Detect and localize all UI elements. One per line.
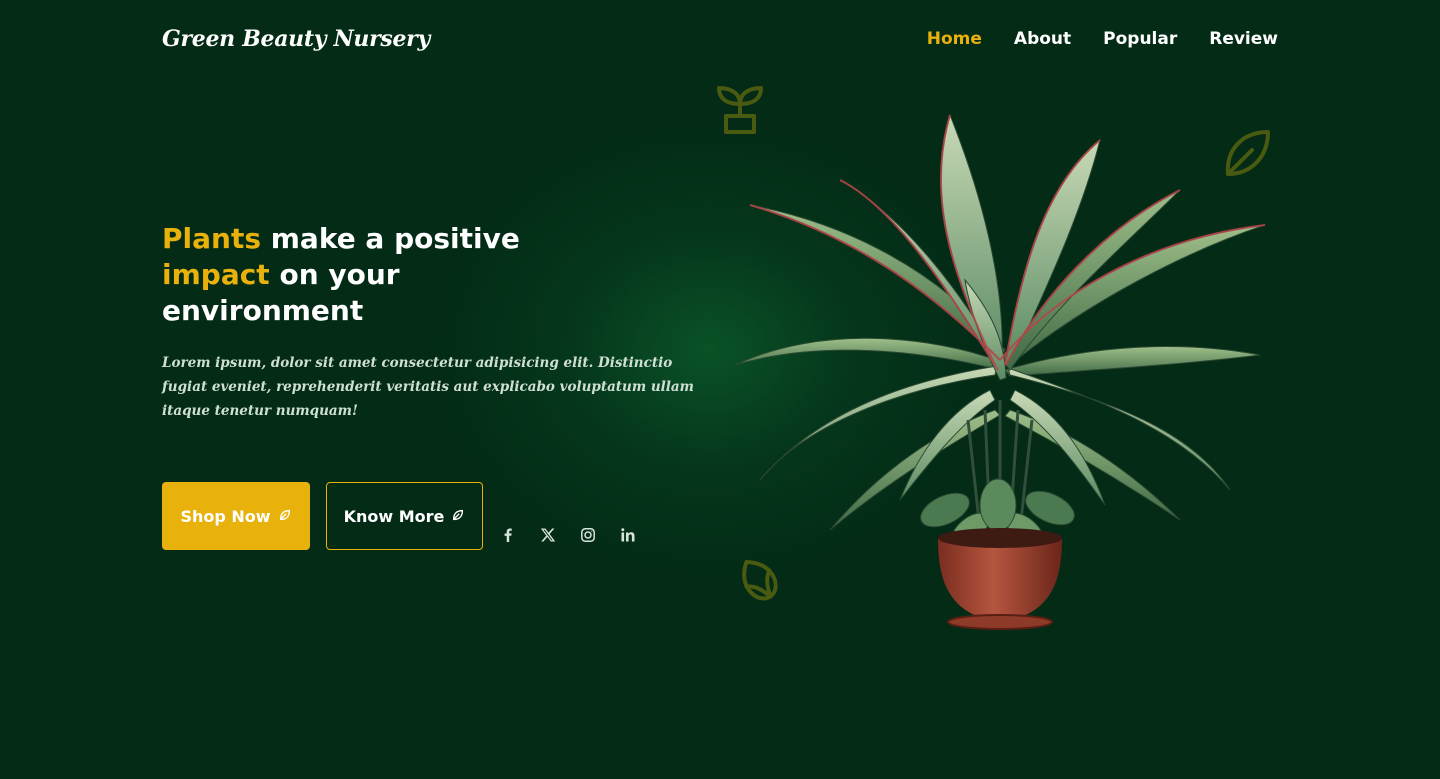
social-links xyxy=(499,526,637,544)
know-more-label: Know More xyxy=(343,506,445,526)
nav-item-popular[interactable]: Popular xyxy=(1103,29,1177,49)
x-icon[interactable] xyxy=(539,526,557,544)
brand-logo[interactable]: Green Beauty Nursery xyxy=(162,26,430,52)
plant-image xyxy=(720,110,1280,640)
leaf-icon xyxy=(278,507,292,526)
shop-now-label: Shop Now xyxy=(180,506,271,526)
know-more-button[interactable]: Know More xyxy=(326,482,483,550)
hero-title: Plants make a positive impact on your en… xyxy=(162,221,602,329)
hero-title-accent-impact: impact xyxy=(162,258,270,291)
leaf-icon xyxy=(451,507,465,526)
hero-description: Lorem ipsum, dolor sit amet consectetur … xyxy=(162,355,694,419)
main-nav: Home About Popular Review xyxy=(927,29,1278,49)
hero-title-text-1: make a positive xyxy=(261,222,520,255)
instagram-icon[interactable] xyxy=(579,526,597,544)
nav-item-about[interactable]: About xyxy=(1014,29,1071,49)
nav-item-home[interactable]: Home xyxy=(927,29,982,49)
nav-item-review[interactable]: Review xyxy=(1209,29,1278,49)
linkedin-icon[interactable] xyxy=(619,526,637,544)
shop-now-button[interactable]: Shop Now xyxy=(162,482,310,550)
hero-title-accent-plants: Plants xyxy=(162,222,261,255)
facebook-icon[interactable] xyxy=(499,526,517,544)
